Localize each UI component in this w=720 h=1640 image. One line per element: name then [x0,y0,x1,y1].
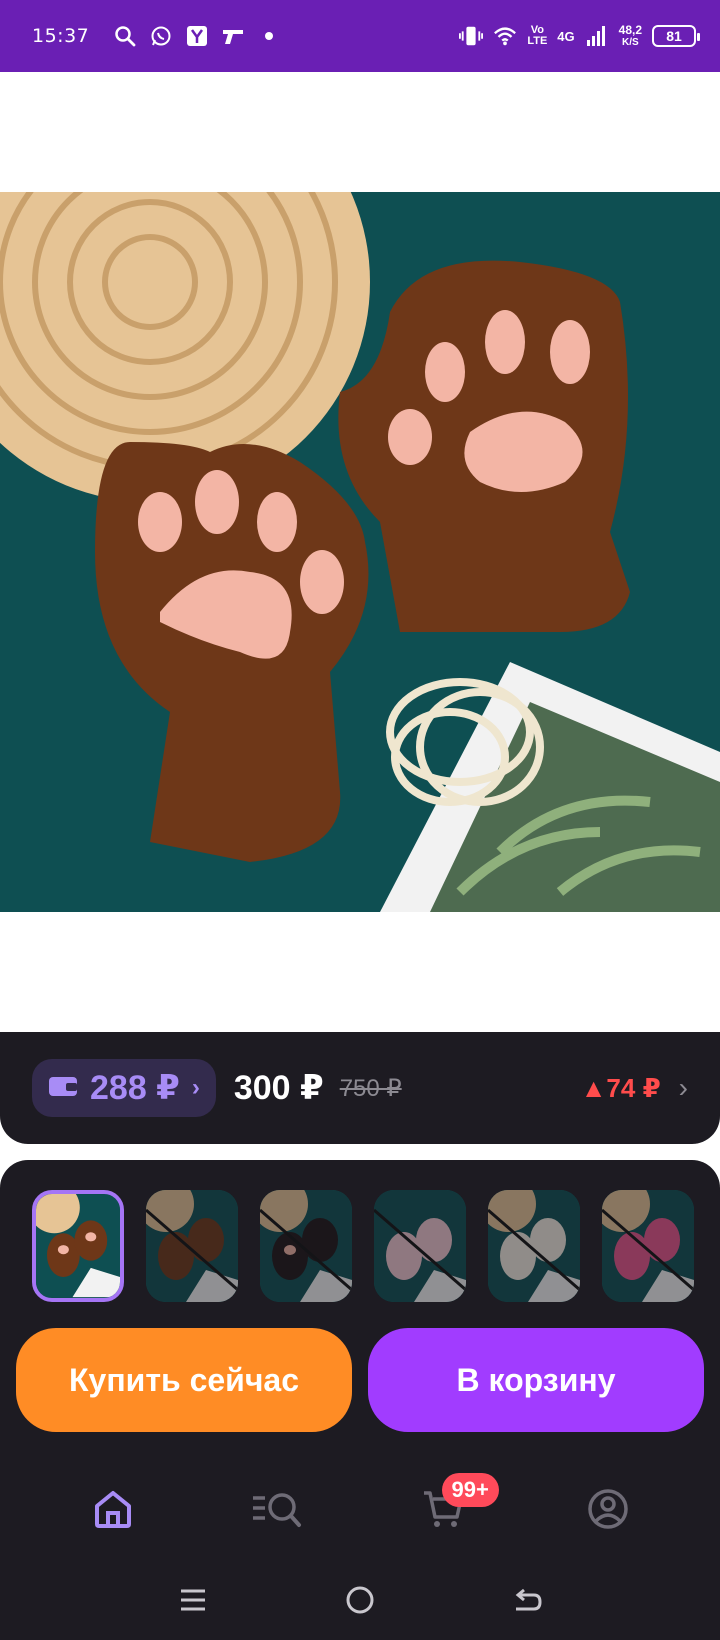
variant-thumb-brown[interactable] [32,1190,124,1302]
bottom-sheet: Купить сейчас В корзину 99+ [0,1160,720,1640]
price-change[interactable]: ▲74 ₽ [581,1073,661,1104]
add-to-cart-button[interactable]: В корзину [368,1328,704,1432]
system-nav-bar [0,1560,720,1640]
chevron-right-icon[interactable]: › [679,1072,688,1104]
chevron-right-icon: › [191,1074,200,1101]
product-photo[interactable] [0,192,720,912]
current-price: 300 ₽ [233,1069,324,1107]
variant-thumb-white[interactable] [488,1190,580,1302]
product-image-area[interactable] [0,72,720,1032]
variant-thumb-black[interactable] [260,1190,352,1302]
search-icon [113,24,137,48]
battery-indicator: 81 [652,25,700,47]
home-circle-icon[interactable] [330,1570,390,1630]
menu-icon[interactable] [163,1570,223,1630]
cart-badge: 99+ [441,1473,499,1507]
profile-icon [586,1487,630,1536]
home-icon [92,1488,134,1535]
tab-home[interactable] [68,1471,158,1551]
signal-icon [585,24,609,48]
dot-icon [257,24,281,48]
variant-thumbnails[interactable] [32,1190,720,1308]
network-type: 4G [557,28,575,44]
variant-thumb-brown-dim[interactable] [146,1190,238,1302]
tab-catalog[interactable] [233,1471,323,1551]
wallet-price: 288 ₽ [90,1069,180,1107]
status-time: 15:37 [32,25,90,47]
volte-label: Vo LTE [527,24,548,47]
vibrate-icon [459,24,484,48]
bottom-tab-bar: 99+ [0,1466,720,1556]
action-buttons: Купить сейчас В корзину [16,1328,704,1432]
yandex-icon [185,24,209,48]
wallet-icon [48,1074,78,1103]
catalog-search-icon [251,1488,305,1535]
whatsapp-icon [149,24,173,48]
variant-thumb-pink-light[interactable] [374,1190,466,1302]
price-panel: 288 ₽ › 300 ₽ 750 ₽ ▲74 ₽ › [0,1032,720,1144]
wallet-price-pill[interactable]: 288 ₽ › [32,1059,216,1117]
wifi-icon [493,24,517,48]
tab-profile[interactable] [563,1471,653,1551]
status-bar: 15:37 Vo LTE 4G 48,2 K/S 81 [0,0,720,72]
buy-now-button[interactable]: Купить сейчас [16,1328,352,1432]
tab-cart[interactable]: 99+ [398,1471,499,1551]
old-price: 750 ₽ [339,1074,402,1102]
pistol-icon [221,24,245,48]
back-icon[interactable] [497,1570,557,1630]
net-speed: 48,2 K/S [618,22,642,48]
variant-thumb-pink[interactable] [602,1190,694,1302]
